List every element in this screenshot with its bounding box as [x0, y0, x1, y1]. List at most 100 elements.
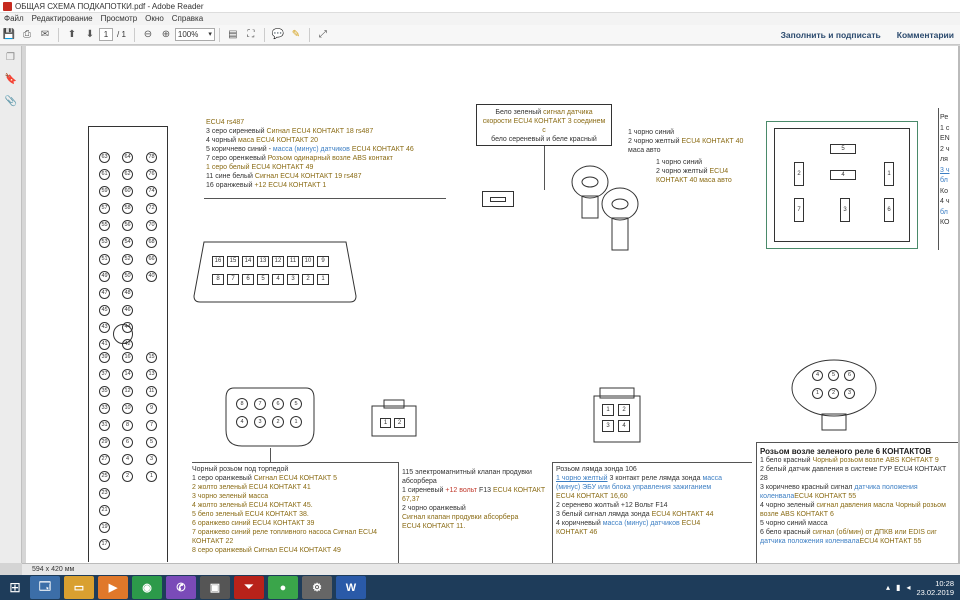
- connector-pin: 49: [99, 271, 110, 282]
- connector-pin: 8: [212, 274, 224, 285]
- adobe-taskbar-icon[interactable]: ⏷: [234, 576, 264, 599]
- media-player-icon[interactable]: ▶: [98, 576, 128, 599]
- connector-pin: 4: [122, 454, 133, 465]
- pdf-page: 63 61 59 57 55 53 51 49 47 45 43 41 64 62 60 58 56 54 52 50…: [26, 46, 958, 563]
- connector-pin: 58: [122, 203, 133, 214]
- connector-pin: 2: [302, 274, 314, 285]
- connector-pin: 6: [884, 198, 894, 222]
- connector-pin: 68: [146, 237, 157, 248]
- connector-pin: 60: [122, 186, 133, 197]
- folder-icon[interactable]: ▭: [64, 576, 94, 599]
- viber-icon[interactable]: ✆: [166, 576, 196, 599]
- connector-pin: 37: [99, 369, 110, 380]
- connector-pin: 19: [99, 522, 110, 533]
- divider-line: [204, 198, 446, 199]
- menu-help[interactable]: Справка: [168, 13, 207, 25]
- connector-pin: 2: [794, 162, 804, 186]
- connector-key-circle: [113, 324, 133, 344]
- zoom-out-icon[interactable]: ⊖: [141, 28, 155, 42]
- explorer-icon[interactable]: 🗔: [30, 576, 60, 599]
- zoom-in-icon[interactable]: ⊕: [159, 28, 173, 42]
- toolbar-divider: [133, 27, 135, 42]
- tray-arrow-icon[interactable]: ▴: [886, 583, 890, 592]
- menu-view[interactable]: Просмотр: [97, 13, 142, 25]
- comments-button[interactable]: Комментарии: [897, 30, 954, 40]
- connector-pin: 12: [122, 386, 133, 397]
- connector-pin: 3: [287, 274, 299, 285]
- chrome-icon[interactable]: ◉: [132, 576, 162, 599]
- connector-pin: 1: [380, 418, 391, 428]
- valve-wiring-list: 115 электромагнитный клапан продувки абс…: [402, 469, 546, 530]
- ground-note-2: 1 чорно синий 2 чорно желтый ECU4 КОНТАК…: [656, 159, 732, 184]
- connector-pin: 76: [146, 169, 157, 180]
- email-icon[interactable]: ✉: [38, 28, 52, 42]
- expand-icon[interactable]: ⤢: [316, 28, 330, 42]
- toolbar-divider: [263, 27, 265, 42]
- connector-pin: 45: [99, 305, 110, 316]
- connector-pin: 1: [146, 471, 157, 482]
- pages-icon[interactable]: ❐: [5, 52, 17, 64]
- menu-window[interactable]: Окно: [141, 13, 168, 25]
- page-up-icon[interactable]: ⬆: [65, 28, 79, 42]
- connector-pin: 35: [99, 386, 110, 397]
- ecu-line: 7 серо оренжевый Розъом одинарный возле …: [206, 155, 393, 162]
- fit-width-icon[interactable]: ⛶: [244, 28, 258, 42]
- print-icon[interactable]: ⎙: [20, 28, 34, 42]
- connector-pin: 11: [287, 256, 299, 267]
- connector-pin: 6: [272, 398, 284, 410]
- word-icon[interactable]: W: [336, 576, 366, 599]
- connector-pin: 3: [844, 388, 855, 399]
- connector-pin: 29: [99, 437, 110, 448]
- network-icon[interactable]: ▮: [896, 583, 900, 592]
- document-area[interactable]: 63 61 59 57 55 53 51 49 47 45 43 41 64 62 60 58 56 54 52 50…: [22, 46, 960, 563]
- connector-pin: 8: [236, 398, 248, 410]
- connector-pin: 72: [146, 203, 157, 214]
- fill-sign-button[interactable]: Заполнить и подписать: [781, 30, 881, 40]
- zoom-select[interactable]: 100%: [174, 28, 215, 41]
- connector-pin: 17: [99, 539, 110, 550]
- toolbar: 💾 ⎙ ✉ ⬆ ⬇ 1 / 1 ⊖ ⊕ 100% ▤ ⛶ 💬 ✎ ⤢ Запол…: [0, 25, 960, 45]
- connector-pin: 14: [242, 256, 254, 267]
- tool-app-icon[interactable]: ⚙: [302, 576, 332, 599]
- connector-pin: 4: [272, 274, 284, 285]
- connector-pin: 5: [146, 437, 157, 448]
- ecu-line: ECU4 rs487: [206, 119, 245, 126]
- menu-file[interactable]: Файл: [0, 13, 28, 25]
- toolbar-divider: [308, 27, 310, 42]
- connector-pin: 6: [122, 437, 133, 448]
- connector-pin: 41: [99, 339, 110, 350]
- ecu-line: 5 коричнево синий - масса (минус) датчик…: [206, 146, 414, 153]
- toolbar-divider: [218, 27, 220, 42]
- connector-pin: 27: [99, 454, 110, 465]
- connector-pin: 1: [812, 388, 823, 399]
- divider-line: [756, 442, 958, 443]
- page-number-input[interactable]: 1: [99, 28, 113, 41]
- windows-start-icon[interactable]: ⊞: [0, 575, 30, 600]
- connector-pin: 33: [99, 403, 110, 414]
- connector-pin: 4: [830, 170, 856, 180]
- connector-pin: 55: [99, 220, 110, 231]
- app-icon[interactable]: ▣: [200, 576, 230, 599]
- connector-pin: 7: [794, 198, 804, 222]
- highlight-icon[interactable]: ✎: [289, 28, 303, 42]
- page-down-icon[interactable]: ⬇: [83, 28, 97, 42]
- save-icon[interactable]: 💾: [2, 28, 16, 42]
- fit-page-icon[interactable]: ▤: [226, 28, 240, 42]
- connector-pin: 50: [122, 271, 133, 282]
- connector-pin: 9: [317, 256, 329, 267]
- connector-pin: 70: [146, 220, 157, 231]
- speed-sensor-slot: [490, 197, 506, 202]
- volume-icon[interactable]: ◂: [906, 583, 910, 592]
- menu-edit[interactable]: Редактирование: [28, 13, 97, 25]
- comment-icon[interactable]: 💬: [271, 28, 285, 42]
- clock[interactable]: 10:28 23.02.2019: [916, 579, 954, 597]
- attachment-icon[interactable]: 📎: [5, 96, 17, 108]
- taskbar: ⊞ 🗔 ▭ ▶ ◉ ✆ ▣ ⏷ ● ⚙ W ▴ ▮ ◂ 10:28 23.02.…: [0, 575, 960, 600]
- bookmark-icon[interactable]: 🔖: [5, 74, 17, 86]
- connector-pin: 9: [146, 403, 157, 414]
- green-app-icon[interactable]: ●: [268, 576, 298, 599]
- connector-pin: 4: [618, 420, 630, 432]
- menu-bar: Файл Редактирование Просмотр Окно Справк…: [0, 13, 960, 25]
- page-total: / 1: [117, 30, 126, 39]
- connector-pin: 1: [317, 274, 329, 285]
